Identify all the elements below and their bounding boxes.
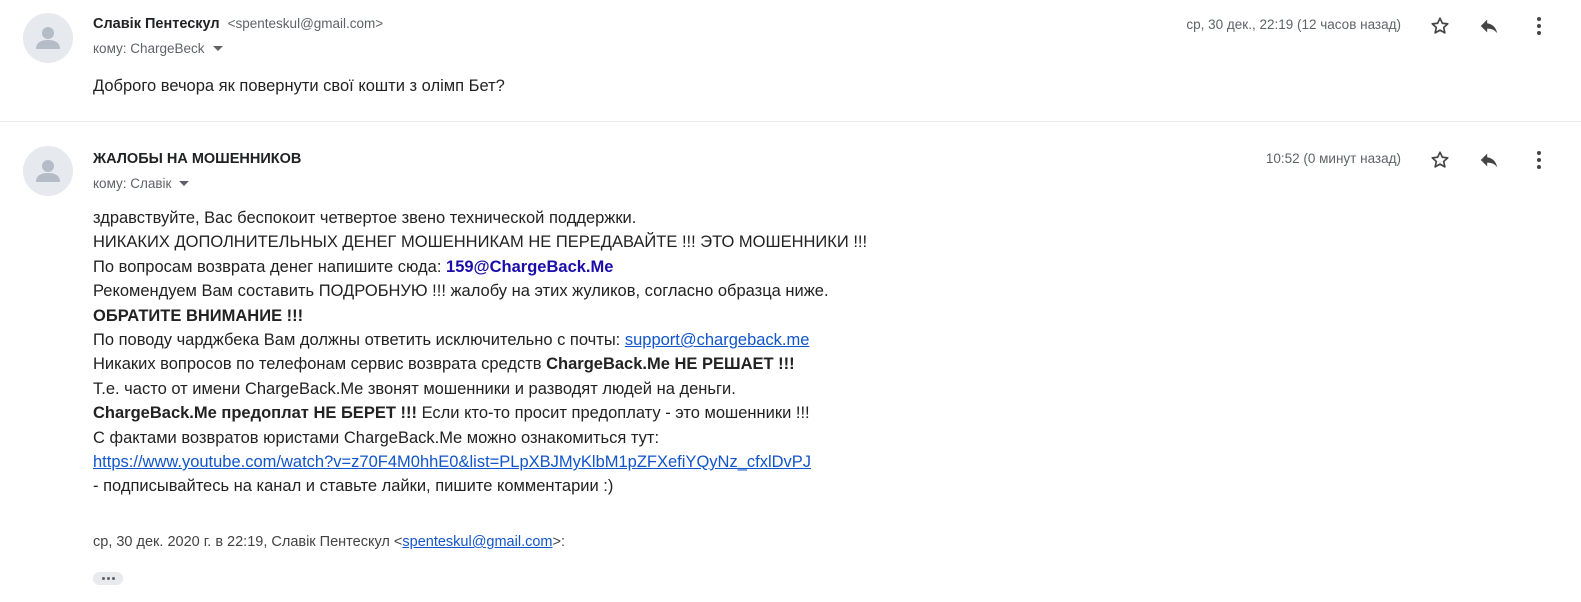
ellipsis-icon [101, 577, 105, 580]
body-text-segment: По вопросам возврата денег напишите сюда… [93, 257, 447, 276]
ellipsis-icon [106, 577, 110, 580]
message-body: здравствуйте, Вас беспокоит четвертое зв… [93, 206, 867, 499]
sender-line: ЖАЛОБЫ НА МОШЕННИКОВ [93, 151, 301, 167]
body-line: По вопросам возврата денег напишите сюда… [93, 255, 867, 279]
youtube-link[interactable]: https://www.youtube.com/watch?v=z70F4M0h… [93, 453, 811, 471]
vertical-dots-icon [1537, 17, 1541, 35]
recipient-line: кому: Славік [93, 176, 190, 191]
star-outline-icon [1431, 151, 1449, 168]
support-email-link[interactable]: support@chargeback.me [625, 331, 810, 349]
reply-arrow-icon [1480, 19, 1498, 34]
ellipsis-icon [111, 577, 115, 580]
body-line: здравствуйте, Вас беспокоит четвертое зв… [93, 209, 637, 227]
message-date: ср, 30 дек., 22:19 (12 часов назад) [1186, 17, 1401, 32]
body-line: Т.е. часто от имени ChargeBack.Me звонят… [93, 379, 736, 398]
reply-arrow-icon [1480, 153, 1498, 168]
recipient-label: кому: ChargeBeck [93, 41, 205, 56]
body-text-segment: По поводу чарджбека Вам должны ответить … [93, 331, 625, 350]
body-line: https://www.youtube.com/watch?v=z70F4M0h… [93, 450, 867, 474]
email-message: ЖАЛОБЫ НА МОШЕННИКОВ кому: Славік 10:52 … [0, 122, 1581, 602]
sender-name[interactable]: Славік Пентескул [93, 16, 220, 32]
sender-avatar[interactable] [23, 146, 73, 196]
body-bold-segment: ChargeBack.Me НЕ РЕШАЕТ !!! [546, 355, 795, 374]
reply-button[interactable] [1474, 145, 1504, 175]
quote-email-link[interactable]: spenteskul@gmail.com [402, 534, 552, 550]
star-button[interactable] [1425, 145, 1455, 175]
caret-down-icon[interactable] [179, 181, 190, 186]
recipient-label: кому: Славік [93, 176, 172, 191]
body-line: ChargeBack.Me предоплат НЕ БЕРЕТ !!! Есл… [93, 401, 867, 425]
default-avatar-icon [36, 27, 60, 49]
message-date: 10:52 (0 минут назад) [1265, 151, 1401, 166]
email-message: Славік Пентескул <spenteskul@gmail.com> … [0, 0, 1581, 122]
recipient-line: кому: ChargeBeck [93, 41, 223, 56]
reply-button[interactable] [1474, 11, 1504, 41]
vertical-dots-icon [1537, 151, 1541, 169]
body-line: - подписывайтесь на канал и ставьте лайк… [93, 477, 614, 496]
sender-email: <spenteskul@gmail.com> [227, 16, 384, 31]
body-text-segment: Если кто-то просит предоплату - это моше… [416, 404, 810, 423]
default-avatar-icon [36, 160, 60, 182]
body-line: С фактами возвратов юристами ChargeBack.… [93, 428, 660, 447]
message-body: Доброго вечора як повернути свої кошти з… [93, 74, 505, 98]
quote-prefix: ср, 30 дек. 2020 г. в 22:19, Славік Пент… [93, 534, 403, 550]
contact-email-link[interactable]: 159@ChargeBack.Me [446, 258, 613, 276]
quote-suffix: >: [552, 534, 566, 550]
star-outline-icon [1431, 17, 1449, 34]
body-text-segment: Никаких вопросов по телефонам сервис воз… [93, 355, 547, 374]
more-options-button[interactable] [1524, 145, 1554, 175]
body-line: Рекомендуем Вам составить ПОДРОБНУЮ !!! … [93, 282, 829, 301]
more-options-button[interactable] [1524, 11, 1554, 41]
body-bold-segment: ChargeBack.Me предоплат НЕ БЕРЕТ !!! [93, 404, 417, 423]
body-line: Никаких вопросов по телефонам сервис воз… [93, 352, 867, 376]
sender-line: Славік Пентескул <spenteskul@gmail.com> [93, 16, 383, 32]
sender-name[interactable]: ЖАЛОБЫ НА МОШЕННИКОВ [93, 151, 301, 167]
body-line: По поводу чарджбека Вам должны ответить … [93, 328, 867, 352]
body-line: ОБРАТИТЕ ВНИМАНИЕ !!! [93, 306, 304, 325]
show-trimmed-content-button[interactable] [93, 572, 123, 585]
sender-avatar[interactable] [23, 13, 73, 63]
star-button[interactable] [1425, 11, 1455, 41]
caret-down-icon[interactable] [212, 46, 223, 51]
body-line: Доброго вечора як повернути свої кошти з… [93, 77, 505, 95]
quote-attribution: ср, 30 дек. 2020 г. в 22:19, Славік Пент… [93, 534, 565, 550]
body-line: НИКАКИХ ДОПОЛНИТЕЛЬНЫХ ДЕНЕГ МОШЕННИКАМ … [93, 233, 868, 252]
